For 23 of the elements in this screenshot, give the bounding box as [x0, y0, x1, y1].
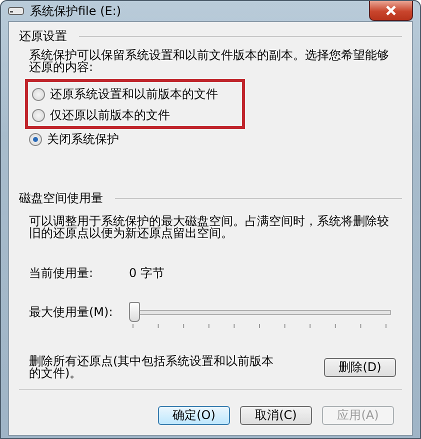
drive-icon	[8, 6, 24, 16]
window-title: 系统保护file (E:)	[30, 2, 122, 20]
description-text: 系统保护可以保留系统设置和以前文件版本的副本。选择您希望能够还原的内容:	[29, 49, 390, 73]
radio-button[interactable]	[32, 109, 45, 122]
close-button[interactable]	[369, 1, 413, 21]
radio-option[interactable]: 仅还原以前版本的文件	[32, 105, 238, 126]
current-usage-value: 0 字节	[129, 265, 164, 282]
description-text: 可以调整用于系统保护的最大磁盘空间。占满空间时，系统将删除较旧的还原点以便为新还原点留出空间。	[29, 215, 390, 239]
delete-description: 删除所有还原点(其中包括系统设置和以前版本的文件)。	[29, 355, 275, 379]
group-heading: 还原设置	[19, 28, 67, 45]
delete-button[interactable]: 删除(D)	[324, 358, 396, 376]
usage-slider[interactable]	[129, 302, 391, 322]
dialog-button[interactable]: 取消(C)	[240, 406, 312, 425]
radio-option[interactable]: 关闭系统保护	[29, 129, 402, 150]
group-heading: 磁盘空间使用量	[19, 190, 103, 207]
radio-button[interactable]	[29, 133, 42, 146]
current-usage-label: 当前使用量:	[29, 265, 94, 282]
radio-option[interactable]: 还原系统设置和以前版本的文件	[32, 84, 238, 105]
radio-button[interactable]	[32, 88, 45, 101]
dialog-button[interactable]: 确定(O)	[158, 406, 230, 425]
slider-thumb[interactable]	[129, 302, 140, 322]
close-icon	[385, 5, 397, 16]
max-usage-label: 最大使用量(M):	[29, 304, 114, 320]
